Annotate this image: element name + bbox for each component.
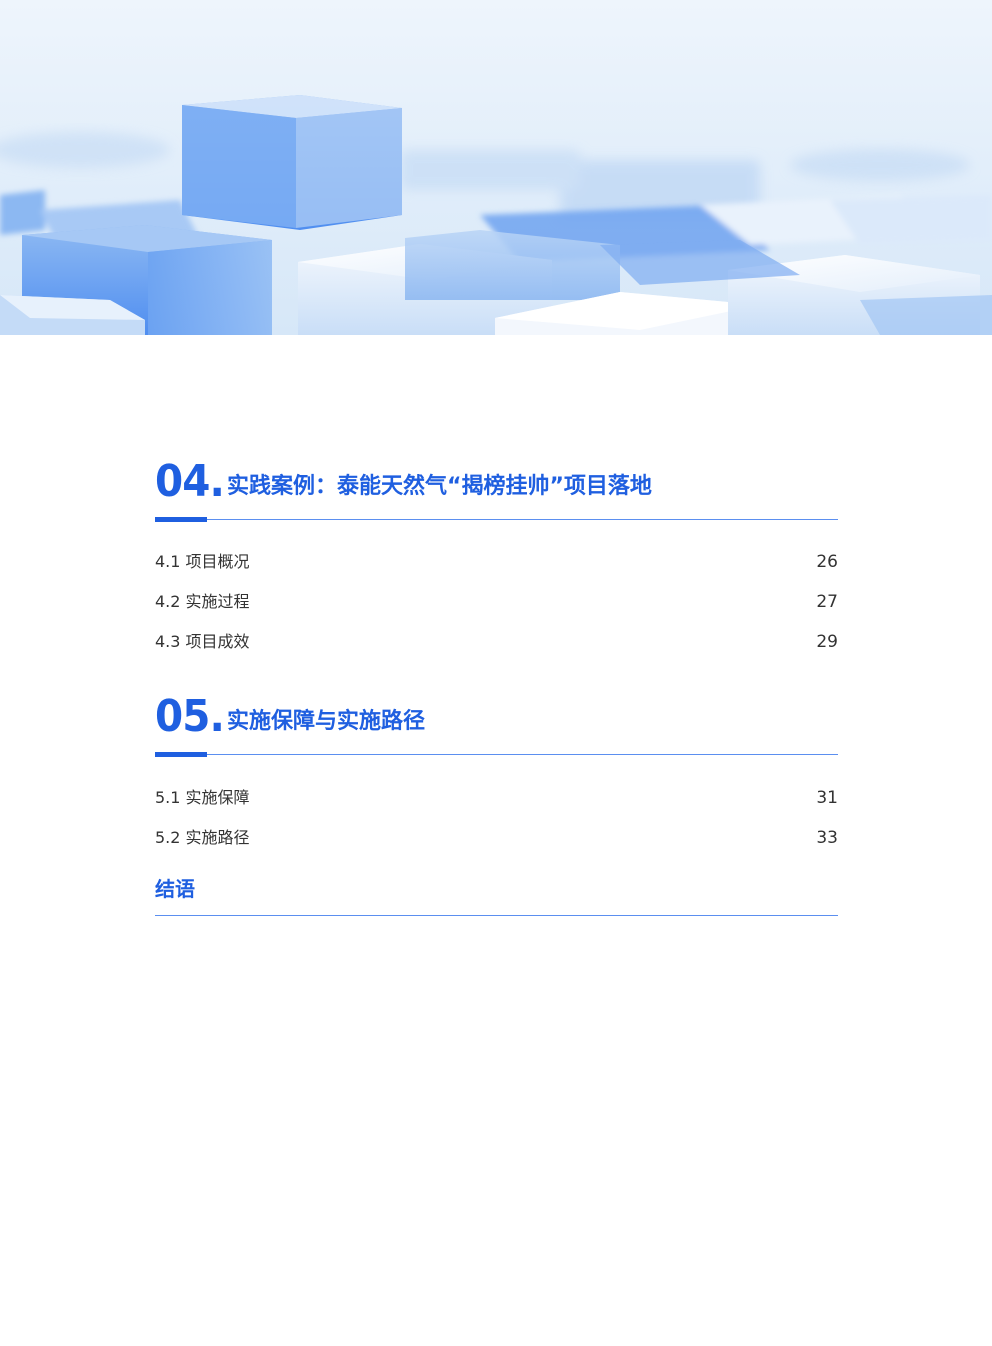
toc-entry[interactable]: 5.1 实施保障 31	[155, 787, 838, 809]
conclusion-divider	[155, 915, 838, 916]
section-divider	[155, 754, 838, 755]
toc-entry-page: 26	[816, 552, 838, 572]
section-accent-bar	[155, 752, 207, 757]
toc-entry-page: 33	[816, 828, 838, 848]
toc-entry-label: 5.2 实施路径	[155, 828, 250, 847]
section-title[interactable]: 实施保障与实施路径	[227, 709, 425, 735]
toc-entry[interactable]: 5.2 实施路径 33	[155, 827, 838, 849]
toc-entry-label: 4.1 项目概况	[155, 552, 250, 571]
section-number: 04.	[155, 456, 225, 507]
section-accent-bar	[155, 517, 207, 522]
toc-conclusion-title[interactable]: 结语	[155, 876, 195, 902]
toc-entry-page: 27	[816, 592, 838, 612]
section-divider	[155, 519, 838, 520]
toc-entry[interactable]: 4.1 项目概况 26	[155, 551, 838, 573]
toc-section-05: 05. 实施保障与实施路径	[155, 691, 838, 757]
toc-entry-label: 4.2 实施过程	[155, 592, 250, 611]
toc-entry[interactable]: 4.2 实施过程 27	[155, 591, 838, 613]
section-number: 05.	[155, 691, 225, 742]
toc-entry-page: 29	[816, 632, 838, 652]
toc-entry-page: 31	[816, 788, 838, 808]
glass-cubes-illustration	[0, 0, 992, 335]
toc-entry-label: 4.3 项目成效	[155, 632, 250, 651]
hero-banner	[0, 0, 992, 335]
toc-entry-label: 5.1 实施保障	[155, 788, 250, 807]
section-title[interactable]: 实践案例：泰能天然气“揭榜挂帅”项目落地	[227, 474, 652, 500]
toc-entry[interactable]: 4.3 项目成效 29	[155, 631, 838, 653]
toc-section-04: 04. 实践案例：泰能天然气“揭榜挂帅”项目落地	[155, 456, 838, 522]
